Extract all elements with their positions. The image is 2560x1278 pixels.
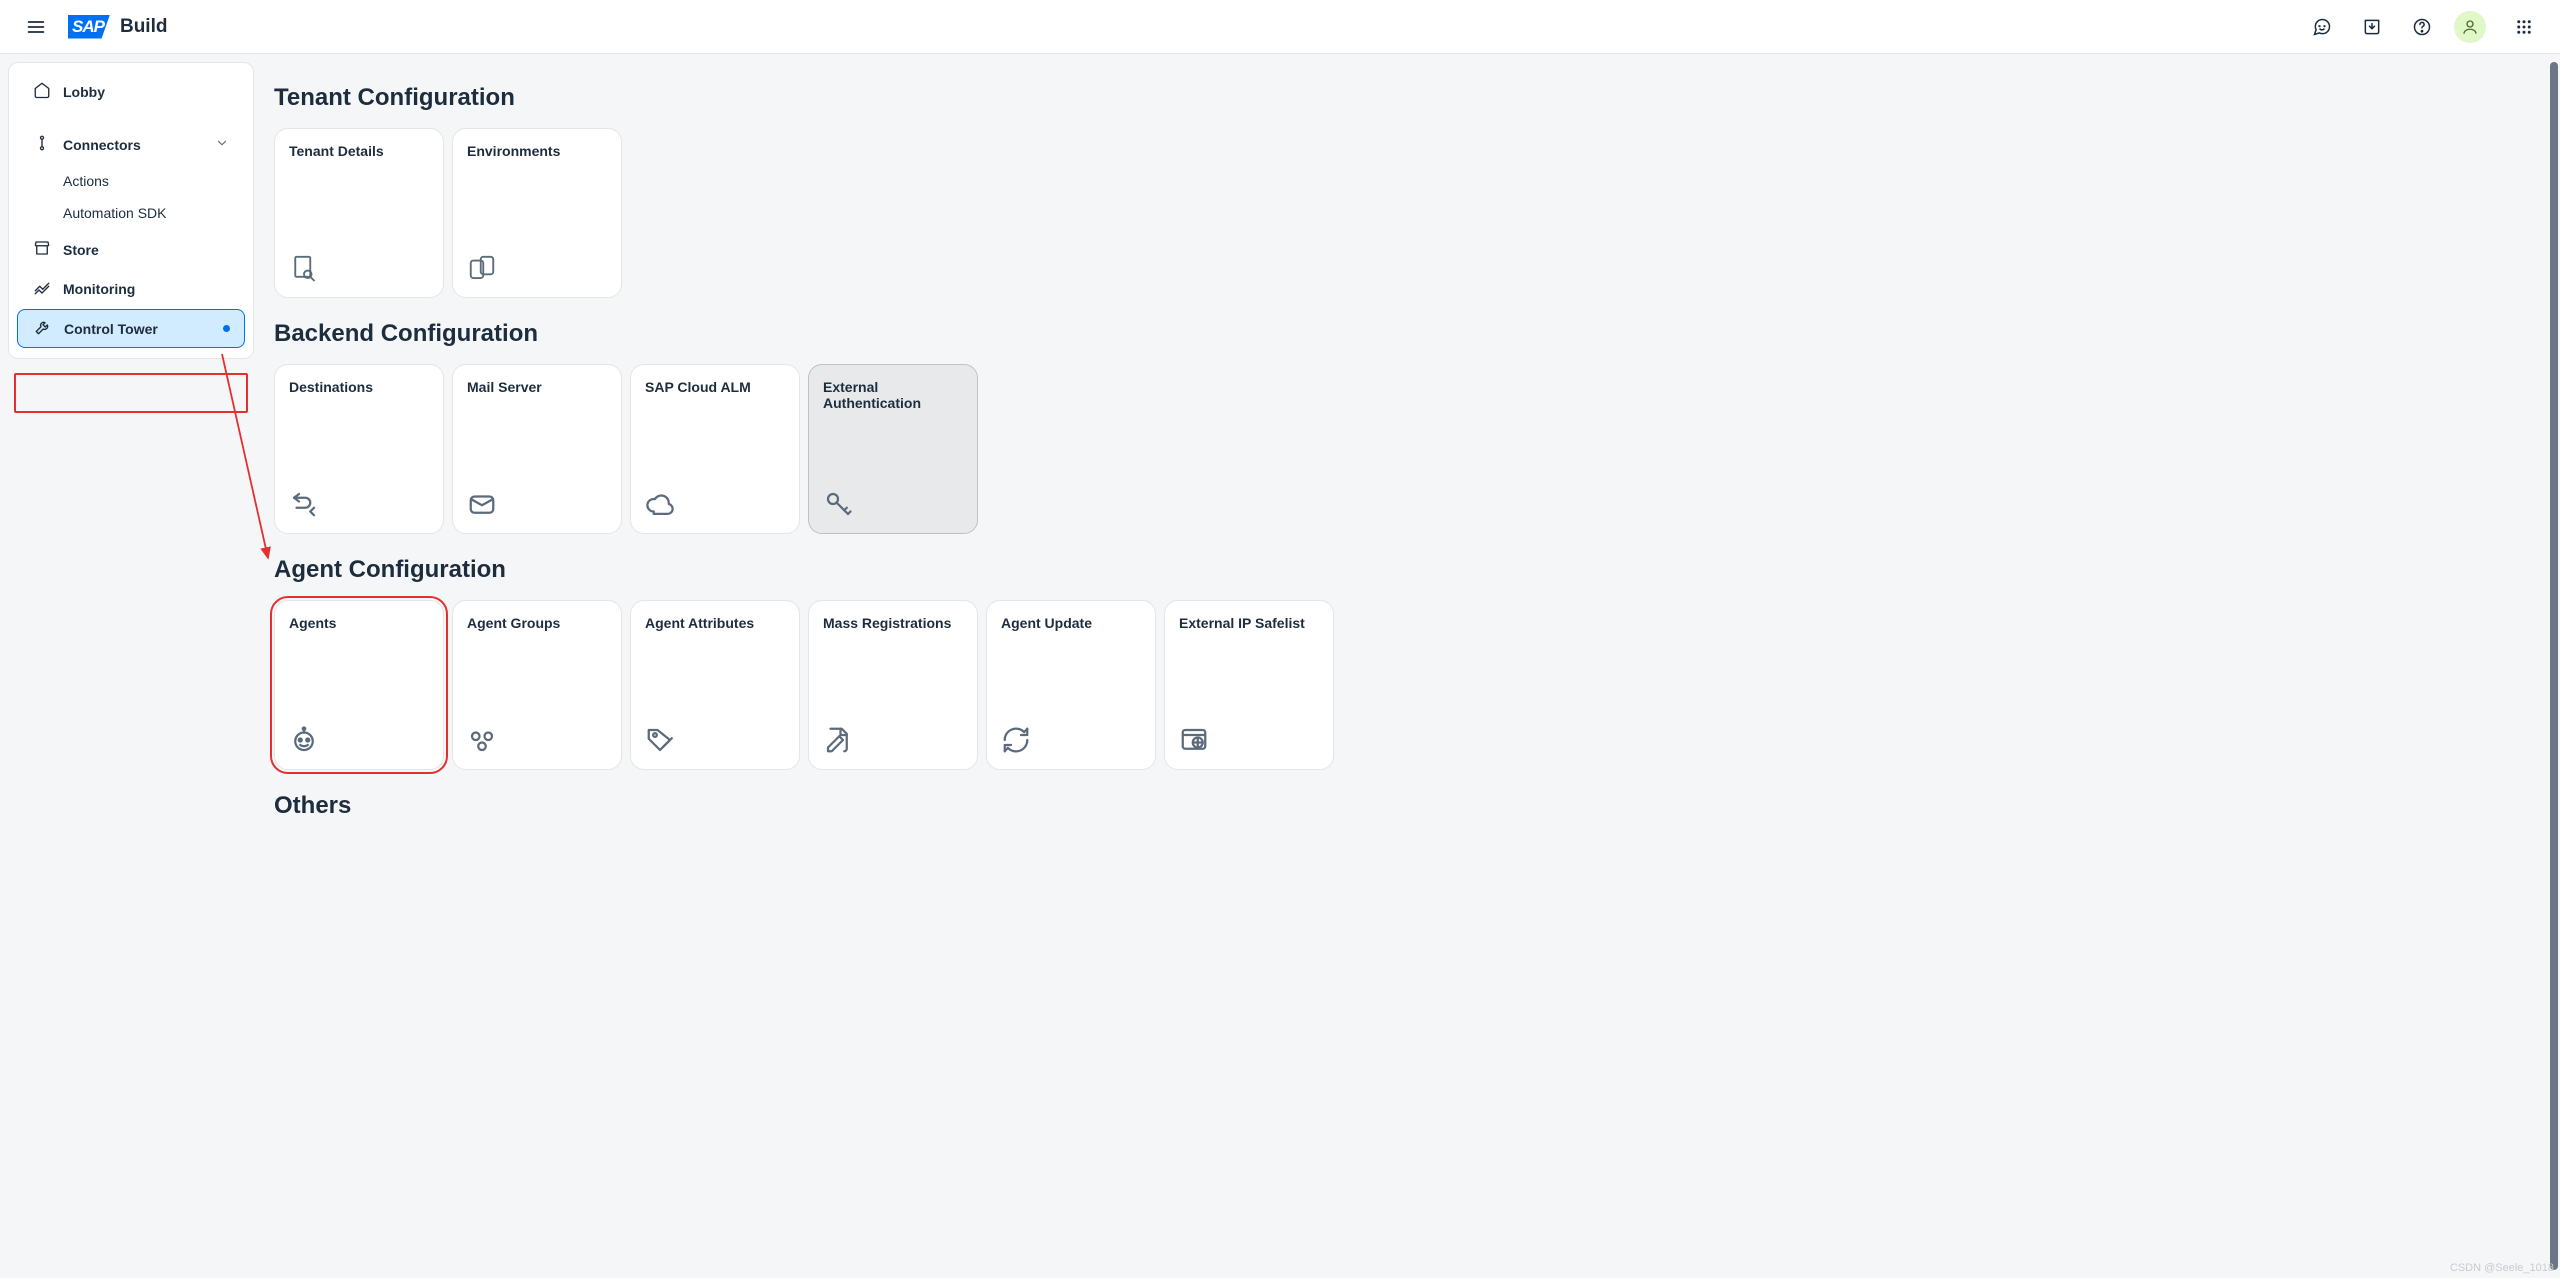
- document-search-icon: [289, 253, 429, 283]
- watermark-text: CSDN @Seele_1018: [2450, 1262, 2554, 1274]
- download-icon[interactable]: [2354, 9, 2390, 45]
- tile-tenant-details[interactable]: Tenant Details: [274, 128, 444, 298]
- browser-globe-icon: [1179, 725, 1319, 755]
- section-heading-agent: Agent Configuration: [274, 556, 2540, 584]
- sidebar-item-label: Automation SDK: [63, 205, 167, 221]
- sidebar-item-label: Lobby: [63, 84, 105, 100]
- main-content: Tenant Configuration Tenant Details Envi…: [262, 62, 2552, 1270]
- group-icon: [467, 725, 607, 755]
- tile-row-tenant: Tenant Details Environments: [274, 128, 2540, 298]
- tile-agents[interactable]: Agents: [274, 600, 444, 770]
- selection-indicator-dot: [223, 325, 230, 332]
- sidebar-item-lobby[interactable]: Lobby: [17, 73, 245, 110]
- brand: SAP Build: [68, 15, 167, 39]
- tile-title: Agent Update: [1001, 615, 1141, 631]
- tile-title: Environments: [467, 143, 607, 159]
- route-icon: [289, 489, 429, 519]
- sidebar-item-label: Connectors: [63, 137, 141, 153]
- tile-title: Tenant Details: [289, 143, 429, 159]
- sidebar-item-automation-sdk[interactable]: Automation SDK: [17, 197, 245, 229]
- tile-title: External Authentication: [823, 379, 963, 411]
- connectors-icon: [33, 134, 51, 155]
- robot-icon: [289, 725, 429, 755]
- document-edit-icon: [823, 725, 963, 755]
- key-icon: [823, 489, 963, 519]
- tile-title: Agents: [289, 615, 429, 631]
- user-avatar[interactable]: [2454, 11, 2486, 43]
- tile-title: Mass Registrations: [823, 615, 963, 631]
- tile-mail-server[interactable]: Mail Server: [452, 364, 622, 534]
- tile-sap-cloud-alm[interactable]: SAP Cloud ALM: [630, 364, 800, 534]
- tile-title: SAP Cloud ALM: [645, 379, 785, 395]
- side-nav: Lobby Connectors Actions Automation SDK …: [8, 62, 254, 359]
- sidebar-item-control-tower[interactable]: Control Tower: [17, 309, 245, 348]
- page: Lobby Connectors Actions Automation SDK …: [0, 54, 2560, 1278]
- store-icon: [33, 239, 51, 260]
- chevron-down-icon: [215, 136, 229, 153]
- tile-agent-attributes[interactable]: Agent Attributes: [630, 600, 800, 770]
- shell-bar: SAP Build: [0, 0, 2560, 54]
- help-icon[interactable]: [2404, 9, 2440, 45]
- vertical-scrollbar[interactable]: [2550, 62, 2558, 1270]
- tile-title: External IP Safelist: [1179, 615, 1319, 631]
- tile-destinations[interactable]: Destinations: [274, 364, 444, 534]
- tile-agent-groups[interactable]: Agent Groups: [452, 600, 622, 770]
- app-launcher-icon[interactable]: [2506, 9, 2542, 45]
- section-heading-backend: Backend Configuration: [274, 320, 2540, 348]
- sidebar-item-actions[interactable]: Actions: [17, 165, 245, 197]
- sidebar-item-store[interactable]: Store: [17, 231, 245, 268]
- home-icon: [33, 81, 51, 102]
- sidebar-item-label: Control Tower: [64, 321, 158, 337]
- section-heading-others: Others: [274, 792, 2540, 820]
- sap-logo: SAP: [68, 15, 110, 39]
- refresh-icon: [1001, 725, 1141, 755]
- tile-mass-registrations[interactable]: Mass Registrations: [808, 600, 978, 770]
- tile-title: Agent Attributes: [645, 615, 785, 631]
- tile-row-agent: Agents Agent Groups Agent Attributes Mas…: [274, 600, 2540, 770]
- cloud-icon: [645, 489, 785, 519]
- tile-external-ip-safelist[interactable]: External IP Safelist: [1164, 600, 1334, 770]
- tile-title: Destinations: [289, 379, 429, 395]
- tile-title: Mail Server: [467, 379, 607, 395]
- tile-title: Agent Groups: [467, 615, 607, 631]
- feedback-icon[interactable]: [2304, 9, 2340, 45]
- sidebar-item-label: Store: [63, 242, 99, 258]
- sidebar-item-label: Monitoring: [63, 281, 135, 297]
- sidebar-item-label: Actions: [63, 173, 109, 189]
- sidebar-item-connectors[interactable]: Connectors: [17, 126, 245, 163]
- tile-environments[interactable]: Environments: [452, 128, 622, 298]
- annotation-highlight-box: [14, 373, 248, 413]
- mail-icon: [467, 489, 607, 519]
- tile-external-authentication[interactable]: External Authentication: [808, 364, 978, 534]
- tile-row-backend: Destinations Mail Server SAP Cloud ALM E…: [274, 364, 2540, 534]
- sidebar-item-monitoring[interactable]: Monitoring: [17, 270, 245, 307]
- devices-icon: [467, 253, 607, 283]
- section-heading-tenant: Tenant Configuration: [274, 84, 2540, 112]
- menu-toggle-icon[interactable]: [18, 9, 54, 45]
- monitoring-icon: [33, 278, 51, 299]
- product-name: Build: [120, 16, 168, 38]
- tag-icon: [645, 725, 785, 755]
- wrench-icon: [34, 318, 52, 339]
- tile-agent-update[interactable]: Agent Update: [986, 600, 1156, 770]
